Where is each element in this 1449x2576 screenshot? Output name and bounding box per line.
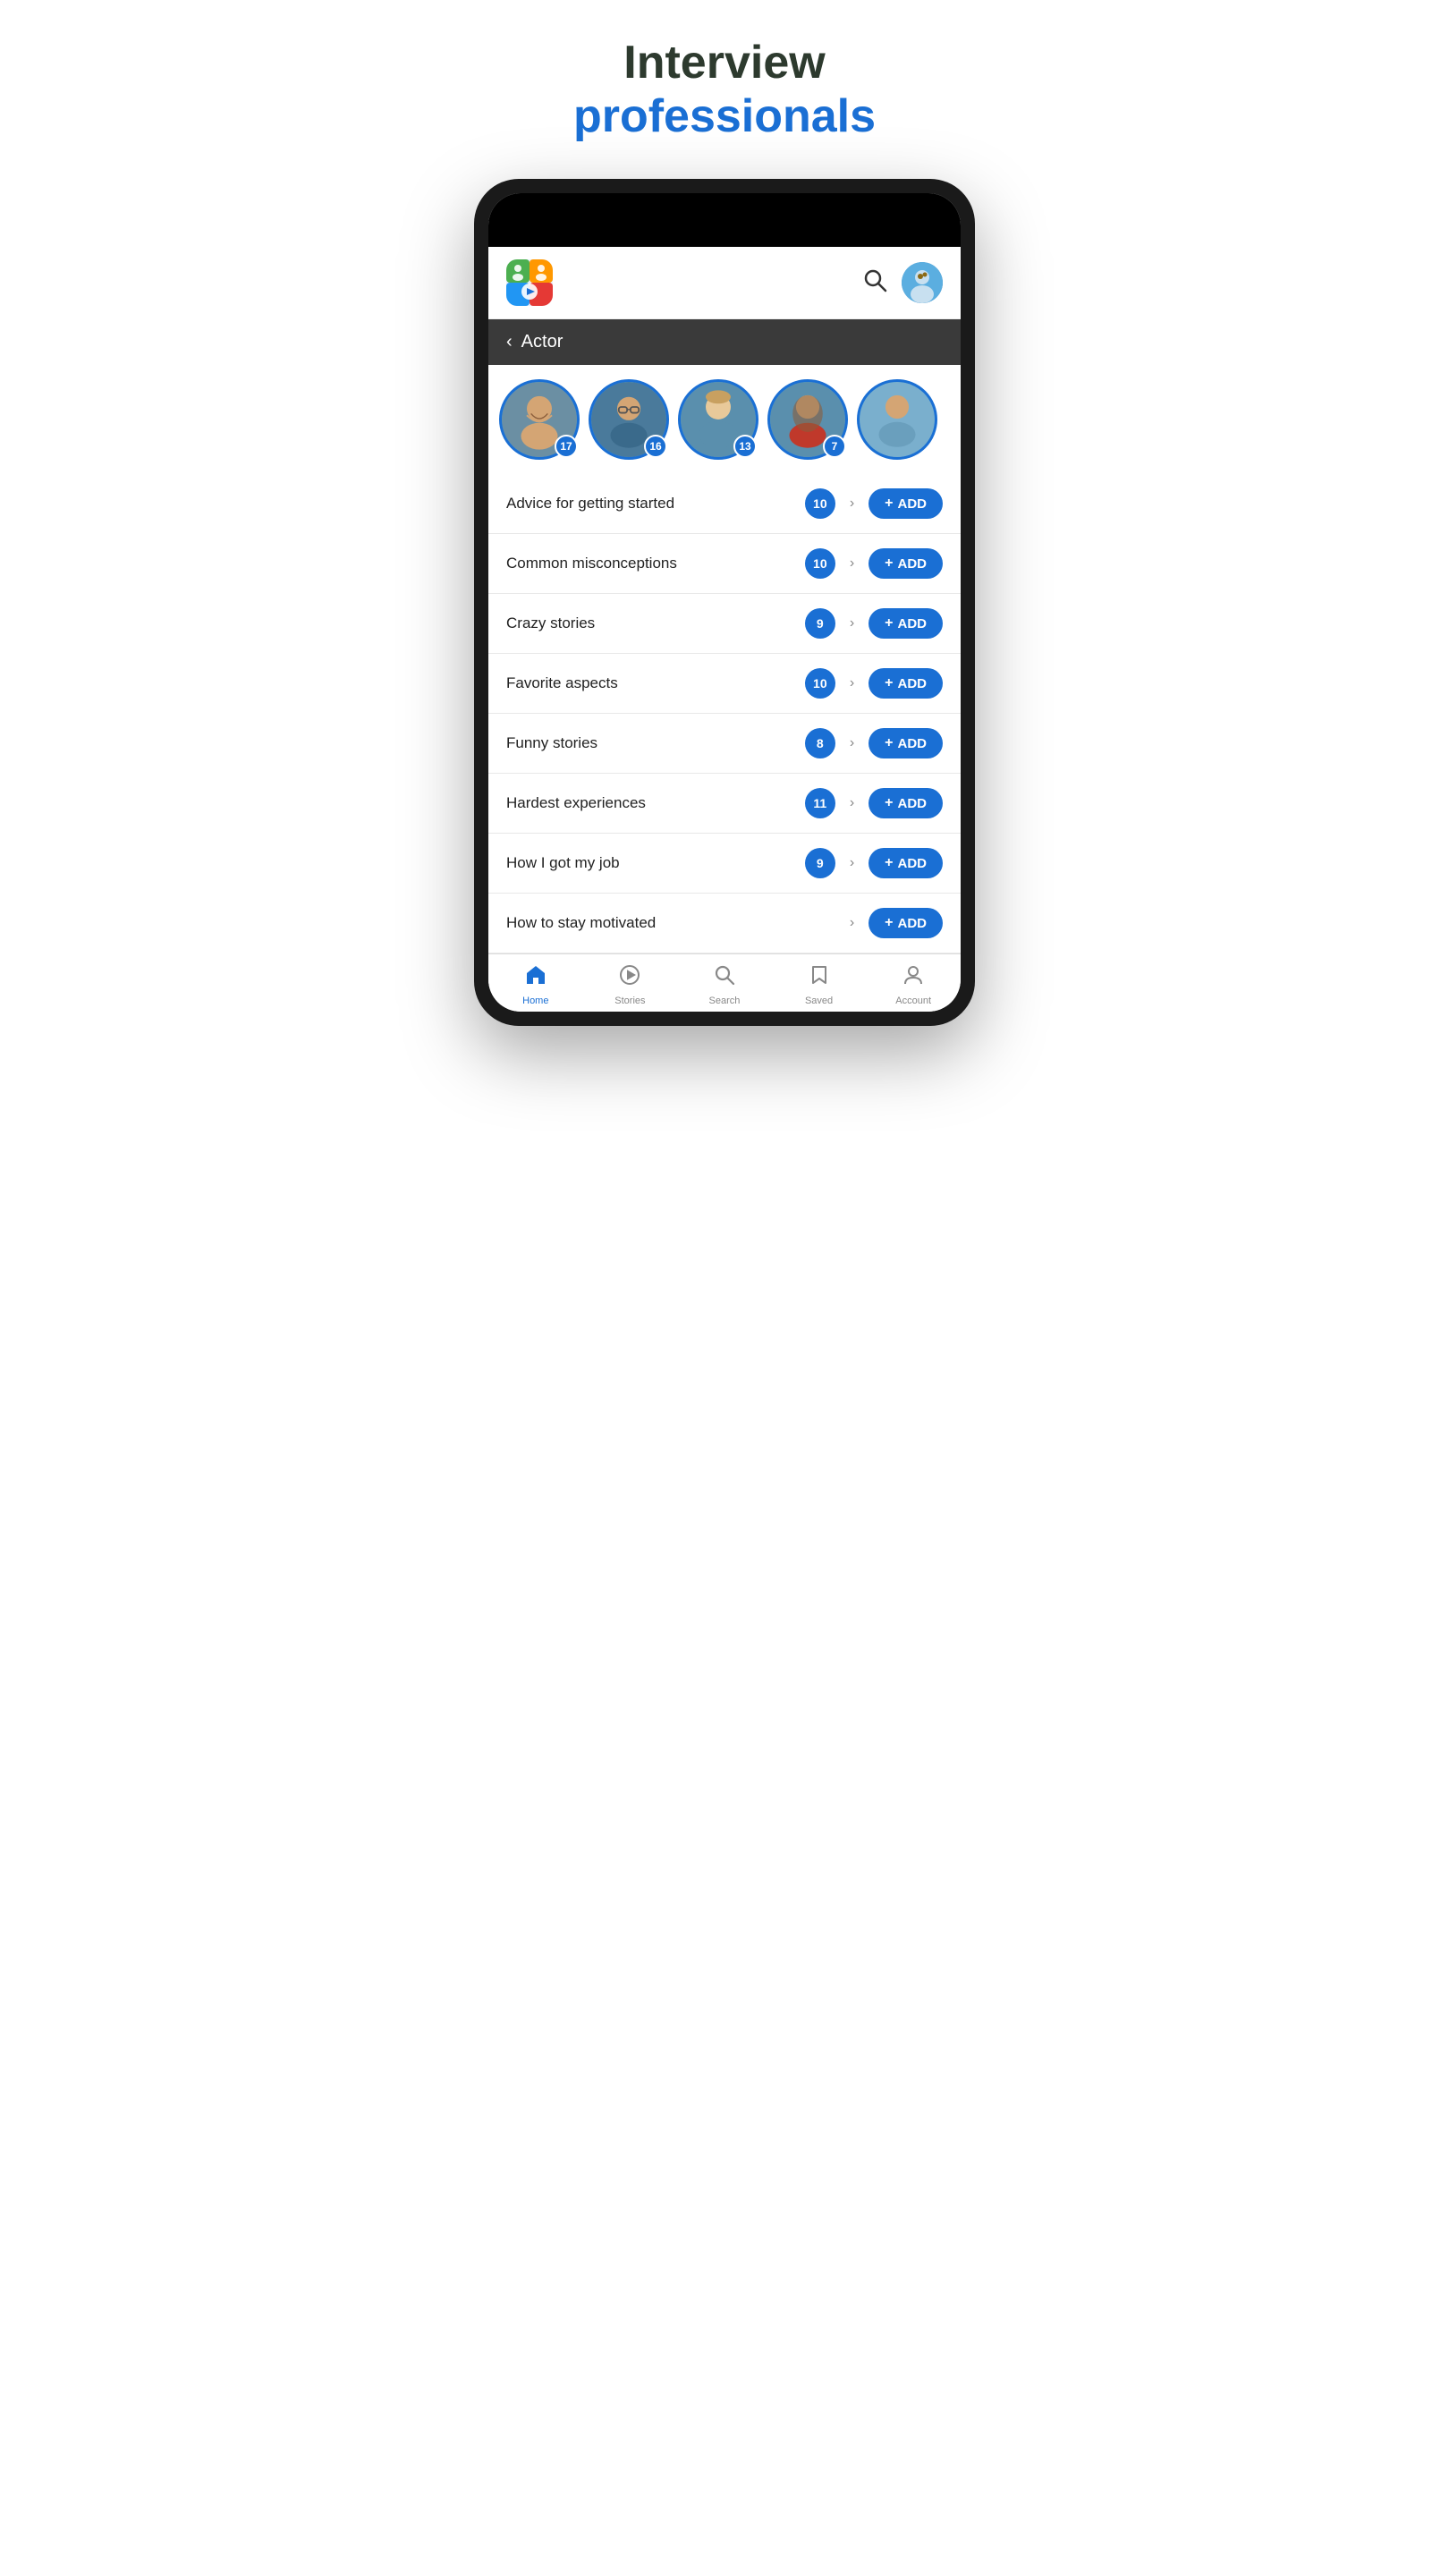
search-button[interactable] [862,267,887,299]
back-title: Actor [521,332,564,352]
topic-chevron-7: › [850,915,854,931]
topic-chevron-0: › [850,496,854,512]
add-button-6[interactable]: + ADD [869,848,943,878]
add-button-7[interactable]: + ADD [869,908,943,938]
phone-notch [662,193,787,218]
profile-badge-4: 7 [823,435,846,458]
topic-chevron-5: › [850,795,854,811]
topic-count-4: 8 [805,728,835,758]
topic-count-0: 10 [805,488,835,519]
topic-label-7: How to stay motivated [506,914,835,932]
user-avatar[interactable] [902,262,943,303]
profile-5[interactable] [857,379,937,460]
back-arrow-icon: ‹ [506,332,513,352]
topic-count-3: 10 [805,668,835,699]
topic-count-6: 9 [805,848,835,878]
nav-label-home: Home [522,996,548,1006]
profile-badge-1: 17 [555,435,578,458]
topic-item-5[interactable]: Hardest experiences 11 › + ADD [488,774,961,834]
bottom-navigation: Home Stories Search Saved Account [488,953,961,1012]
topic-item-4[interactable]: Funny stories 8 › + ADD [488,714,961,774]
back-navigation[interactable]: ‹ Actor [488,319,961,365]
profile-avatar-5 [857,379,937,460]
profile-badge-3: 13 [733,435,757,458]
add-button-2[interactable]: + ADD [869,608,943,639]
profiles-row: 17 16 [488,365,961,474]
topic-chevron-3: › [850,675,854,691]
profile-3[interactable]: 13 [678,379,758,460]
topic-item-7[interactable]: How to stay motivated › + ADD [488,894,961,953]
topic-label-1: Common misconceptions [506,555,794,572]
topic-label-0: Advice for getting started [506,495,794,513]
topic-label-2: Crazy stories [506,614,794,632]
add-button-1[interactable]: + ADD [869,548,943,579]
profile-badge-2: 16 [644,435,667,458]
nav-item-stories[interactable]: Stories [583,963,678,1006]
topic-label-5: Hardest experiences [506,794,794,812]
phone-screen: ‹ Actor 17 [488,193,961,1012]
title-line1: Interview [573,36,876,89]
nav-icon-stories [618,963,641,993]
nav-item-account[interactable]: Account [866,963,961,1006]
topic-count-5: 11 [805,788,835,818]
nav-label-stories: Stories [614,996,645,1006]
add-button-3[interactable]: + ADD [869,668,943,699]
topic-item-0[interactable]: Advice for getting started 10 › + ADD [488,474,961,534]
topic-item-6[interactable]: How I got my job 9 › + ADD [488,834,961,894]
nav-icon-account [902,963,925,993]
add-button-0[interactable]: + ADD [869,488,943,519]
nav-label-search: Search [709,996,741,1006]
topic-count-2: 9 [805,608,835,639]
app-header [488,247,961,319]
app-logo [506,259,553,306]
title-line2: professionals [573,89,876,143]
nav-label-saved: Saved [805,996,833,1006]
topic-label-4: Funny stories [506,734,794,752]
topic-chevron-1: › [850,555,854,572]
topic-chevron-4: › [850,735,854,751]
profile-1[interactable]: 17 [499,379,580,460]
topic-label-6: How I got my job [506,854,794,872]
phone-frame: ‹ Actor 17 [474,179,975,1026]
topic-list: Advice for getting started10›+ ADDCommon… [488,474,961,953]
topic-item-1[interactable]: Common misconceptions 10 › + ADD [488,534,961,594]
nav-icon-home [524,963,547,993]
topic-count-1: 10 [805,548,835,579]
nav-item-search[interactable]: Search [677,963,772,1006]
nav-label-account: Account [895,996,931,1006]
nav-icon-saved [808,963,831,993]
topic-chevron-2: › [850,615,854,631]
topic-item-2[interactable]: Crazy stories 9 › + ADD [488,594,961,654]
page-title: Interview professionals [573,36,876,143]
profile-4[interactable]: 7 [767,379,848,460]
add-button-5[interactable]: + ADD [869,788,943,818]
nav-item-saved[interactable]: Saved [772,963,867,1006]
nav-icon-search [713,963,736,993]
profile-2[interactable]: 16 [589,379,669,460]
nav-item-home[interactable]: Home [488,963,583,1006]
header-icons [862,262,943,303]
topic-item-3[interactable]: Favorite aspects 10 › + ADD [488,654,961,714]
add-button-4[interactable]: + ADD [869,728,943,758]
topic-chevron-6: › [850,855,854,871]
topic-label-3: Favorite aspects [506,674,794,692]
